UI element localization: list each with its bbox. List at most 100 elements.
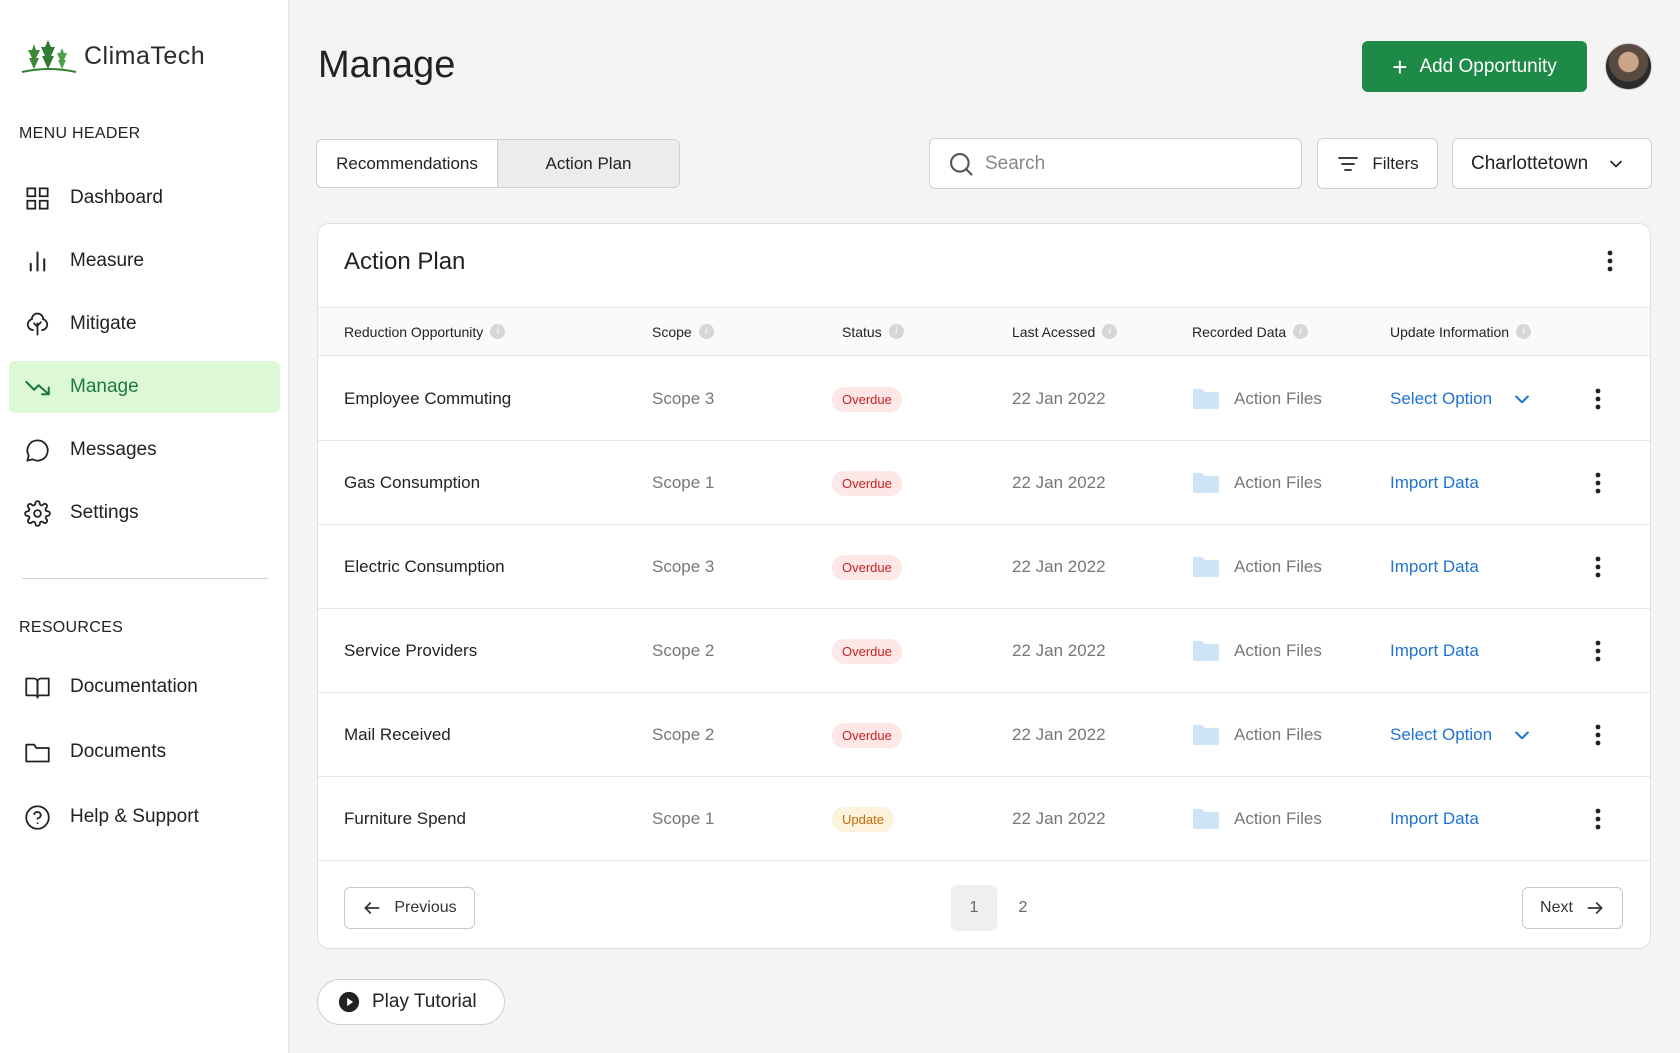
import-data-link[interactable]: Import Data xyxy=(1390,609,1479,693)
previous-page-button[interactable]: Previous xyxy=(344,887,475,929)
more-vertical-icon xyxy=(1595,556,1601,578)
column-header-scope[interactable]: Scope i xyxy=(652,308,714,355)
sidebar-item-mitigate[interactable]: Mitigate xyxy=(9,298,280,350)
last-accessed-date: 22 Jan 2022 xyxy=(1012,809,1106,828)
table-row[interactable]: Mail Received Scope 2 Overdue 22 Jan 2022 Ac… xyxy=(318,693,1650,777)
select-option-dropdown[interactable]: Select Option xyxy=(1390,357,1532,441)
sidebar-item-dashboard[interactable]: Dashboard xyxy=(9,172,280,224)
status-badge: Overdue xyxy=(832,470,902,496)
scope-value: Scope 1 xyxy=(652,809,715,828)
brand-logo[interactable]: ClimaTech xyxy=(20,36,205,76)
sidebar-item-documents[interactable]: Documents xyxy=(9,726,280,778)
sidebar-item-label: Measure xyxy=(70,250,144,271)
location-value: Charlottetown xyxy=(1471,152,1589,174)
action-files-link[interactable]: Action Files xyxy=(1192,777,1322,861)
row-menu-button[interactable] xyxy=(1586,609,1610,693)
import-data-link[interactable]: Import Data xyxy=(1390,525,1479,609)
update-label: Select Option xyxy=(1390,389,1493,408)
search-input[interactable] xyxy=(985,152,1285,175)
sidebar-item-settings[interactable]: Settings xyxy=(9,487,280,539)
status-badge: Overdue xyxy=(832,554,902,580)
bar-chart-icon xyxy=(22,246,52,276)
location-select[interactable]: Charlottetown xyxy=(1452,138,1652,189)
plus-icon: + xyxy=(1392,51,1408,82)
column-label: Recorded Data xyxy=(1192,323,1287,340)
card-menu-button[interactable] xyxy=(1598,246,1622,276)
more-vertical-icon xyxy=(1595,808,1601,830)
info-icon[interactable]: i xyxy=(888,324,904,339)
row-menu-button[interactable] xyxy=(1586,525,1610,609)
info-icon[interactable]: i xyxy=(698,324,714,339)
next-page-button[interactable]: Next xyxy=(1522,887,1623,929)
folder-icon xyxy=(22,737,52,767)
action-files-link[interactable]: Action Files xyxy=(1192,693,1322,777)
table-row[interactable]: Furniture Spend Scope 1 Update 22 Jan 2022 A… xyxy=(318,777,1650,861)
table-row[interactable]: Service Providers Scope 2 Overdue 22 Jan 20… xyxy=(318,609,1650,693)
row-menu-button[interactable] xyxy=(1586,693,1610,777)
folder-icon xyxy=(1193,641,1219,661)
sidebar-item-label: Documentation xyxy=(70,676,198,697)
scope-value: Scope 2 xyxy=(652,725,715,744)
page-2-button[interactable]: 2 xyxy=(1000,885,1046,931)
import-data-link[interactable]: Import Data xyxy=(1390,441,1479,525)
sidebar-item-manage[interactable]: Manage xyxy=(9,361,280,413)
info-icon[interactable]: i xyxy=(490,324,506,339)
row-menu-button[interactable] xyxy=(1586,777,1610,861)
search-icon xyxy=(950,152,973,176)
sidebar-item-documentation[interactable]: Documentation xyxy=(9,661,280,713)
sidebar-item-messages[interactable]: Messages xyxy=(9,424,280,476)
sidebar-item-label: Help & Support xyxy=(70,806,199,827)
avatar[interactable] xyxy=(1605,43,1652,90)
last-accessed-date: 22 Jan 2022 xyxy=(1012,725,1106,744)
action-files-link[interactable]: Action Files xyxy=(1192,609,1322,693)
play-icon xyxy=(338,991,360,1013)
status-badge: Overdue xyxy=(832,638,902,664)
table-row[interactable]: Gas Consumption Scope 1 Overdue 22 Jan 2022… xyxy=(318,441,1650,525)
chevron-down-icon xyxy=(1515,731,1529,740)
opportunity-name: Service Providers xyxy=(344,641,478,660)
tab-recommendations[interactable]: Recommendations xyxy=(317,140,498,187)
gear-icon xyxy=(22,498,52,528)
action-files-link[interactable]: Action Files xyxy=(1192,441,1322,525)
sidebar-item-help-support[interactable]: Help & Support xyxy=(9,791,280,843)
trend-down-icon xyxy=(22,372,52,402)
table-row[interactable]: Employee Commuting Scope 3 Overdue 22 Jan 2… xyxy=(318,357,1650,441)
folder-icon xyxy=(1193,809,1219,829)
previous-label: Previous xyxy=(394,899,457,916)
filters-button[interactable]: Filters xyxy=(1317,138,1438,189)
play-tutorial-label: Play Tutorial xyxy=(372,991,477,1012)
import-data-link[interactable]: Import Data xyxy=(1390,777,1479,861)
more-vertical-icon xyxy=(1595,388,1601,410)
row-menu-button[interactable] xyxy=(1586,357,1610,441)
add-opportunity-button[interactable]: + Add Opportunity xyxy=(1362,41,1587,92)
column-header-reduction-opportunity[interactable]: Reduction Opportunity i xyxy=(344,308,506,355)
info-icon[interactable]: i xyxy=(1516,324,1532,339)
sidebar-item-measure[interactable]: Measure xyxy=(9,235,280,287)
tab-action-plan[interactable]: Action Plan xyxy=(498,140,679,187)
action-files-label: Action Files xyxy=(1234,809,1322,828)
last-accessed-date: 22 Jan 2022 xyxy=(1012,473,1106,492)
table-row[interactable]: Electric Consumption Scope 3 Overdue 22 Jan… xyxy=(318,525,1650,609)
row-menu-button[interactable] xyxy=(1586,441,1610,525)
column-header-update-information[interactable]: Update Information i xyxy=(1390,308,1532,355)
more-vertical-icon xyxy=(1595,472,1601,494)
select-option-dropdown[interactable]: Select Option xyxy=(1390,693,1532,777)
opportunity-name: Mail Received xyxy=(344,725,451,744)
action-files-link[interactable]: Action Files xyxy=(1192,525,1322,609)
table-header: Reduction Opportunity i Scope i Status i La… xyxy=(318,307,1650,356)
column-header-last-accessed[interactable]: Last Acessed i xyxy=(1012,308,1118,355)
action-files-link[interactable]: Action Files xyxy=(1192,357,1322,441)
action-files-label: Action Files xyxy=(1234,641,1322,660)
page-1-button[interactable]: 1 xyxy=(951,885,997,931)
arrow-right-icon xyxy=(1587,902,1603,914)
info-icon[interactable]: i xyxy=(1293,324,1309,339)
status-badge: Overdue xyxy=(832,386,902,412)
info-icon[interactable]: i xyxy=(1102,324,1118,339)
column-header-recorded-data[interactable]: Recorded Data i xyxy=(1192,308,1309,355)
column-header-status[interactable]: Status i xyxy=(842,308,904,355)
play-tutorial-button[interactable]: Play Tutorial xyxy=(317,979,505,1025)
status-cell: Update xyxy=(832,777,894,861)
sidebar-item-label: Messages xyxy=(70,439,157,460)
menu-header: MENU HEADER xyxy=(19,125,141,142)
filter-icon xyxy=(1338,156,1359,171)
